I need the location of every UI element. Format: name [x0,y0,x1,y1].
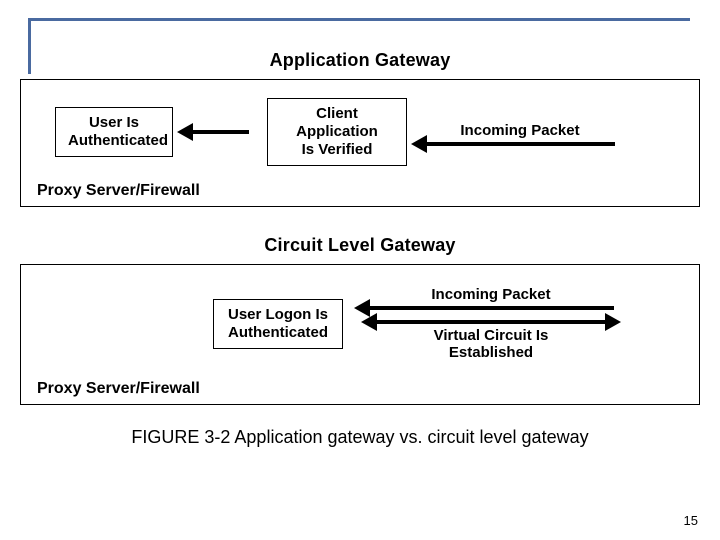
arrow-incoming-1-line [425,142,615,146]
diagram1-row: User IsAuthenticated Client ApplicationI… [37,98,683,166]
proxy-label-1: Proxy Server/Firewall [37,182,683,200]
label-incoming-2: Incoming Packet [431,286,550,303]
figure-caption: FIGURE 3-2 Application gateway vs. circu… [20,427,700,448]
proxy-label-2: Proxy Server/Firewall [37,380,683,398]
node-user-auth: User IsAuthenticated [55,107,173,157]
diagram2-title: Circuit Level Gateway [20,235,700,256]
arrow-incoming-2-line [368,306,614,310]
diagram1-title: Application Gateway [20,50,700,71]
arrow-stack: Incoming Packet Virtual Circuit IsEstabl… [361,283,621,364]
diagram-content: Application Gateway User IsAuthenticated… [20,50,700,448]
header-rule-h [28,18,690,21]
node-client-verified: Client ApplicationIs Verified [267,98,407,166]
diagram1-panel: User IsAuthenticated Client ApplicationI… [20,79,700,207]
arrow-virtual-circuit: Virtual Circuit IsEstablished [361,320,621,364]
diagram2-panel: User Logon IsAuthenticated Incoming Pack… [20,264,700,405]
page-number: 15 [684,513,698,528]
node-user-logon: User Logon IsAuthenticated [213,299,343,349]
diagram2-row: User Logon IsAuthenticated Incoming Pack… [37,283,683,364]
arrow-virtual-circuit-line [375,320,607,324]
arrow-user-client [191,130,249,134]
label-incoming-1: Incoming Packet [460,122,579,139]
arrow-incoming-1: Incoming Packet [425,119,615,146]
label-virtual-circuit: Virtual Circuit IsEstablished [434,327,549,361]
arrow-incoming-2: Incoming Packet [361,283,621,310]
